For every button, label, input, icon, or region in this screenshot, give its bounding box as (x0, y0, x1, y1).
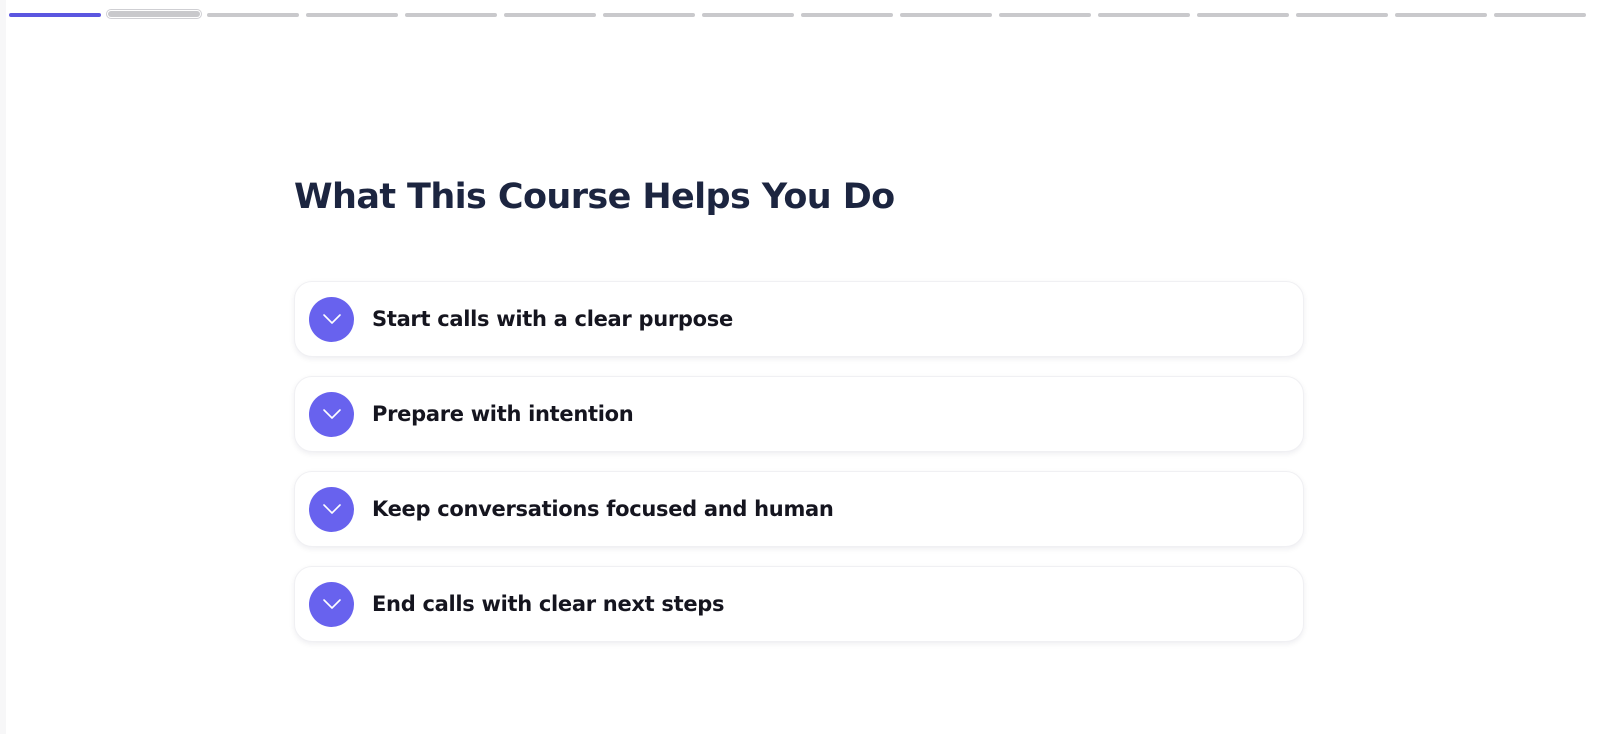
progress-segment[interactable] (9, 13, 101, 17)
left-edge-shade (0, 0, 6, 734)
accordion-item[interactable]: Prepare with intention (294, 376, 1304, 452)
accordion-list: Start calls with a clear purpose Prepare… (294, 281, 1304, 642)
progress-segment[interactable] (603, 13, 695, 17)
progress-segment[interactable] (999, 13, 1091, 17)
accordion-item[interactable]: End calls with clear next steps (294, 566, 1304, 642)
accordion-item[interactable]: Keep conversations focused and human (294, 471, 1304, 547)
accordion-item-label: Start calls with a clear purpose (372, 307, 733, 331)
main-content: What This Course Helps You Do Start call… (294, 170, 1304, 642)
accordion-item-label: Keep conversations focused and human (372, 497, 834, 521)
progress-segment[interactable] (1098, 13, 1190, 17)
progress-segment[interactable] (1494, 13, 1586, 17)
page-title: What This Course Helps You Do (294, 177, 895, 217)
progress-segment[interactable] (405, 13, 497, 17)
progress-segment[interactable] (108, 11, 200, 17)
progress-segment[interactable] (900, 13, 992, 17)
progress-segment[interactable] (1395, 13, 1487, 17)
accordion-item-label: End calls with clear next steps (372, 592, 725, 616)
progress-segment[interactable] (504, 13, 596, 17)
progress-segment[interactable] (801, 13, 893, 17)
progress-segment[interactable] (1197, 13, 1289, 17)
accordion-item-label: Prepare with intention (372, 402, 634, 426)
progress-segment[interactable] (1296, 13, 1388, 17)
chevron-down-icon[interactable] (309, 296, 354, 342)
progress-bar (9, 11, 1586, 17)
progress-segment[interactable] (207, 13, 299, 17)
chevron-down-icon[interactable] (309, 581, 354, 627)
course-page: What This Course Helps You Do Start call… (0, 0, 1600, 734)
progress-segment[interactable] (306, 13, 398, 17)
progress-segment[interactable] (702, 13, 794, 17)
chevron-down-icon[interactable] (309, 391, 354, 437)
accordion-item[interactable]: Start calls with a clear purpose (294, 281, 1304, 357)
chevron-down-icon[interactable] (309, 486, 354, 532)
